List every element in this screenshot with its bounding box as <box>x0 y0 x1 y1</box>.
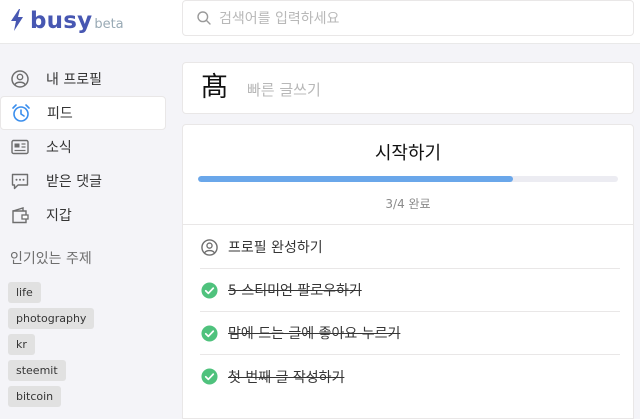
tag-photography[interactable]: photography <box>8 308 95 329</box>
task-label: 프로필 완성하기 <box>228 240 323 256</box>
tag-kr[interactable]: kr <box>8 334 35 355</box>
progress-text: 3/4 완료 <box>385 197 431 211</box>
sidebar-item-replies[interactable]: 받은 댓글 <box>0 164 166 198</box>
wallet-icon <box>10 205 30 225</box>
divider <box>183 224 633 225</box>
sidebar-item-label: 받은 댓글 <box>46 174 102 190</box>
sidebar-item-label: 소식 <box>46 140 72 156</box>
busy-logo[interactable]: busy beta <box>10 6 124 34</box>
beta-label: beta <box>94 17 124 32</box>
news-icon <box>10 137 30 157</box>
alarm-clock-icon <box>11 103 31 123</box>
bolt-icon <box>11 9 23 31</box>
tag-life[interactable]: life <box>8 282 41 303</box>
getting-started-card: 시작하기 3/4 완료 프로필 완성하기 5 스티미언 팔로우하기 맘에 드는 … <box>182 124 634 419</box>
trending-topics-title: 인기있는 주제 <box>10 251 92 267</box>
task-label: 5 스티미언 팔로우하기 <box>228 283 362 299</box>
user-circle-icon <box>10 69 30 89</box>
tag-steemit[interactable]: steemit <box>8 360 66 381</box>
task-follow-steemians[interactable]: 5 스티미언 팔로우하기 <box>200 269 620 312</box>
task-complete-profile[interactable]: 프로필 완성하기 <box>200 226 620 269</box>
search-input[interactable] <box>219 7 619 31</box>
quick-post-box[interactable]: 髙 빠른 글쓰기 <box>182 62 634 114</box>
trending-tags: life photography kr steemit bitcoin <box>8 281 166 411</box>
check-circle-icon <box>200 281 218 299</box>
check-circle-icon <box>200 324 218 342</box>
search-icon <box>197 11 211 25</box>
task-list: 프로필 완성하기 5 스티미언 팔로우하기 맘에 드는 글에 좋아요 누르기 첫… <box>200 226 620 398</box>
sidebar-item-label: 지갑 <box>46 208 72 224</box>
sidebar-item-my-profile[interactable]: 내 프로필 <box>0 62 166 96</box>
top-header: busy beta <box>0 0 640 44</box>
tag-bitcoin[interactable]: bitcoin <box>8 386 62 407</box>
quick-post-placeholder[interactable]: 빠른 글쓰기 <box>247 79 321 100</box>
sidebar-item-feed[interactable]: 피드 <box>0 96 166 130</box>
progress-bar <box>198 176 618 182</box>
task-label: 맘에 드는 글에 좋아요 누르기 <box>228 326 401 342</box>
progress-bar-fill <box>198 176 513 182</box>
getting-started-title: 시작하기 <box>374 143 442 164</box>
sidebar-item-label: 내 프로필 <box>46 72 102 88</box>
avatar: 髙 <box>201 72 228 103</box>
sidebar-item-news[interactable]: 소식 <box>0 130 166 164</box>
task-label: 첫 번째 글 작성하기 <box>228 369 345 386</box>
sidebar-item-label: 피드 <box>47 106 73 122</box>
task-like-post[interactable]: 맘에 드는 글에 좋아요 누르기 <box>200 312 620 355</box>
left-sidebar: 내 프로필 피드 소식 받은 댓글 지갑 인기있는 주제 life photog… <box>0 62 166 411</box>
brand-name: busy <box>30 8 93 34</box>
sidebar-item-wallet[interactable]: 지갑 <box>0 198 166 232</box>
user-circle-icon <box>200 238 218 256</box>
check-circle-icon <box>200 368 218 386</box>
task-first-post[interactable]: 첫 번째 글 작성하기 <box>200 355 620 398</box>
search-box[interactable] <box>182 0 634 36</box>
comment-icon <box>10 171 30 191</box>
